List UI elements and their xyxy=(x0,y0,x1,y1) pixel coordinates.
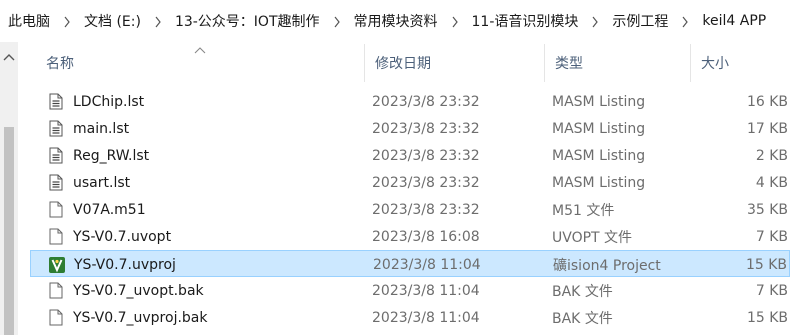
file-row[interactable]: V07A.m51 2023/3/8 23:32 M51 文件 35 KB xyxy=(30,196,790,223)
file-size: 17 KB xyxy=(746,120,788,137)
file-type: BAK 文件 xyxy=(552,283,613,300)
file-type: BAK 文件 xyxy=(552,310,613,327)
file-date-modified: 2023/3/8 11:04 xyxy=(372,309,480,326)
text-doc-icon xyxy=(46,142,66,169)
file-name[interactable]: YS-V0.7_uvopt.bak xyxy=(73,277,204,304)
scrollbar-thumb[interactable] xyxy=(4,127,14,335)
file-type: UVOPT 文件 xyxy=(552,229,633,246)
file-name[interactable]: Reg_RW.lst xyxy=(73,142,149,169)
vertical-scrollbar[interactable] xyxy=(0,42,18,335)
column-date-modified[interactable]: 修改日期 xyxy=(364,44,546,82)
text-doc-icon xyxy=(46,88,66,115)
file-size: 2 KB xyxy=(755,147,788,164)
column-type[interactable]: 类型 xyxy=(544,44,690,82)
file-row[interactable]: YS-V0.7_uvopt.bak 2023/3/8 11:04 BAK 文件 7 K… xyxy=(30,277,790,304)
file-name[interactable]: YS-V0.7_uvproj.bak xyxy=(73,304,207,331)
file-date-modified: 2023/3/8 23:32 xyxy=(372,147,480,164)
blank-doc-icon xyxy=(46,277,66,304)
keil-project-icon xyxy=(47,251,67,278)
breadcrumb-item[interactable]: 此电脑 xyxy=(6,9,52,33)
file-row[interactable]: usart.lst 2023/3/8 23:32 MASM Listing 4 KB xyxy=(30,169,790,196)
chevron-right-icon[interactable] xyxy=(52,14,82,28)
file-date-modified: 2023/3/8 23:32 xyxy=(372,174,480,191)
file-name[interactable]: LDChip.lst xyxy=(73,88,144,115)
file-size: 15 KB xyxy=(746,309,788,326)
breadcrumb-item[interactable]: 示例工程 xyxy=(610,9,670,33)
file-size: 7 KB xyxy=(755,282,788,299)
breadcrumb-item[interactable]: 11-语音识别模块 xyxy=(470,9,581,33)
chevron-right-icon[interactable] xyxy=(670,14,700,28)
column-name[interactable]: 名称 xyxy=(36,44,364,82)
chevron-right-icon[interactable] xyxy=(322,14,352,28)
scroll-up-arrow-icon[interactable] xyxy=(2,52,16,62)
file-name[interactable]: YS-V0.7.uvopt xyxy=(73,223,171,250)
file-type: MASM Listing xyxy=(552,93,646,110)
text-doc-icon xyxy=(46,115,66,142)
file-date-modified: 2023/3/8 23:32 xyxy=(372,93,480,110)
file-row[interactable]: YS-V0.7.uvproj 2023/3/8 11:04 礦ision4 Proj… xyxy=(30,250,790,277)
file-row[interactable]: YS-V0.7_uvproj.bak 2023/3/8 11:04 BAK 文件 15… xyxy=(30,304,790,331)
file-date-modified: 2023/3/8 11:04 xyxy=(373,256,481,273)
file-date-modified: 2023/3/8 23:32 xyxy=(372,120,480,137)
chevron-right-icon[interactable] xyxy=(143,14,173,28)
file-name[interactable]: V07A.m51 xyxy=(73,196,146,223)
breadcrumb-item[interactable]: keil4 APP xyxy=(700,11,768,31)
breadcrumb-item[interactable]: 常用模块资料 xyxy=(352,9,440,33)
breadcrumb-item[interactable]: 文档 (E:) xyxy=(82,9,143,33)
file-type: MASM Listing xyxy=(552,147,646,164)
file-size: 16 KB xyxy=(746,93,788,110)
breadcrumb: 此电脑 文档 (E:) 13-公众号：IOT趣制作 常用模块资料 11-语音识别… xyxy=(0,0,804,42)
file-size: 35 KB xyxy=(746,201,788,218)
file-row[interactable]: Reg_RW.lst 2023/3/8 23:32 MASM Listing 2 KB xyxy=(30,142,790,169)
file-name[interactable]: YS-V0.7.uvproj xyxy=(74,251,176,278)
chevron-right-icon[interactable] xyxy=(440,14,470,28)
file-date-modified: 2023/3/8 23:32 xyxy=(372,201,480,218)
breadcrumb-item[interactable]: 13-公众号：IOT趣制作 xyxy=(173,9,322,33)
file-type: 礦ision4 Project xyxy=(553,257,661,274)
column-header: 名称 修改日期 类型 大小 xyxy=(30,44,804,82)
file-name[interactable]: main.lst xyxy=(73,115,129,142)
file-date-modified: 2023/3/8 11:04 xyxy=(372,282,480,299)
file-size: 4 KB xyxy=(755,174,788,191)
file-type: MASM Listing xyxy=(552,120,646,137)
file-row[interactable]: LDChip.lst 2023/3/8 23:32 MASM Listing 16 K… xyxy=(30,88,790,115)
blank-doc-icon xyxy=(46,223,66,250)
file-list: LDChip.lst 2023/3/8 23:32 MASM Listing 16 K… xyxy=(30,88,804,331)
file-row[interactable]: main.lst 2023/3/8 23:32 MASM Listing 17 KB xyxy=(30,115,790,142)
text-doc-icon xyxy=(46,169,66,196)
column-size[interactable]: 大小 xyxy=(690,44,804,82)
blank-doc-icon xyxy=(46,304,66,331)
file-size: 7 KB xyxy=(755,228,788,245)
file-name[interactable]: usart.lst xyxy=(73,169,130,196)
file-row[interactable]: YS-V0.7.uvopt 2023/3/8 16:08 UVOPT 文件 7 KB xyxy=(30,223,790,250)
file-type: MASM Listing xyxy=(552,174,646,191)
file-size: 15 KB xyxy=(745,256,787,273)
chevron-right-icon[interactable] xyxy=(580,14,610,28)
blank-doc-icon xyxy=(46,196,66,223)
file-date-modified: 2023/3/8 16:08 xyxy=(372,228,480,245)
file-type: M51 文件 xyxy=(552,202,615,219)
